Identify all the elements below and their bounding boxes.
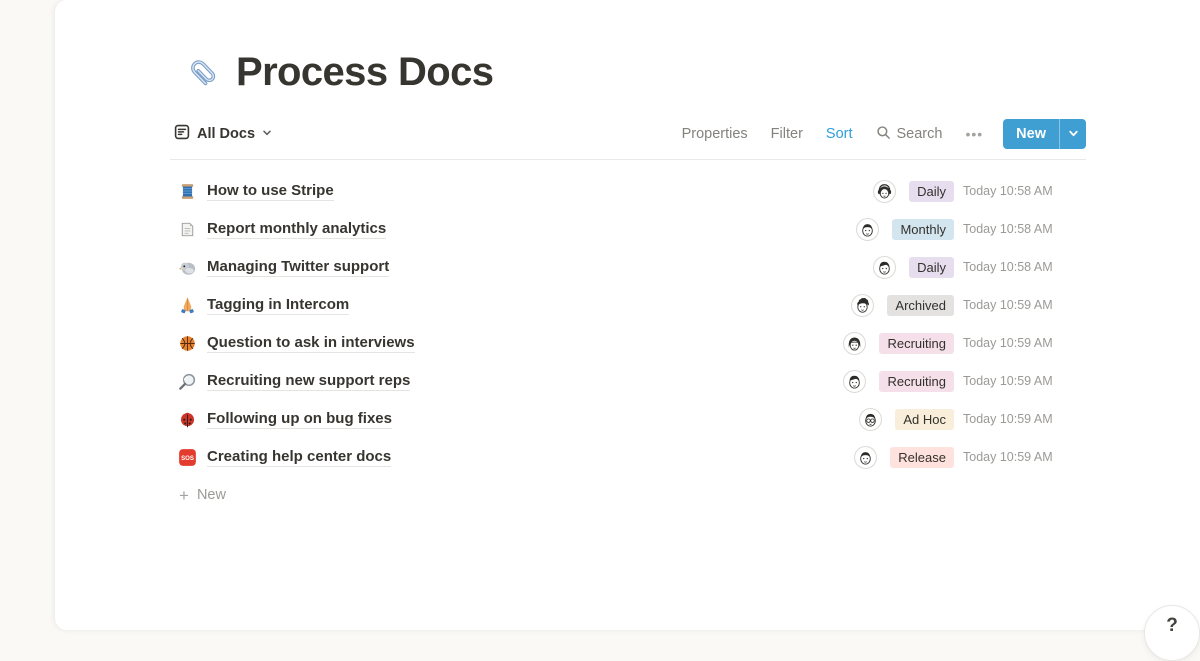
doc-title-link[interactable]: Report monthly analytics — [207, 220, 386, 239]
list-view-icon — [174, 124, 190, 145]
edited-time: Today 10:59 AM — [963, 412, 1086, 426]
edited-time: Today 10:59 AM — [963, 336, 1086, 350]
doc-title-link[interactable]: Tagging in Intercom — [207, 296, 349, 315]
magnifier-icon — [178, 372, 197, 391]
chevron-down-icon — [262, 125, 272, 143]
edited-time: Today 10:59 AM — [963, 374, 1086, 388]
page-icon — [178, 220, 197, 239]
sos-icon: SOS — [178, 448, 197, 467]
tag-badge: Recruiting — [879, 333, 954, 354]
page-card: Process Docs All Docs Properties Filter … — [55, 0, 1200, 630]
man-glasses-avatar — [859, 408, 882, 431]
table-row[interactable]: Following up on bug fixes Ad Hoc Today 1… — [170, 400, 1086, 438]
doc-list: How to use Stripe Daily Today 10:58 AM R… — [170, 172, 1086, 476]
doc-title-link[interactable]: Question to ask in interviews — [207, 334, 415, 353]
tag-badge: Daily — [909, 181, 954, 202]
more-icon: ••• — [965, 126, 983, 142]
toolbar-actions: Properties Filter Sort Search ••• New — [659, 119, 1086, 149]
doc-title-link[interactable]: Following up on bug fixes — [207, 410, 392, 429]
doc-title-link[interactable]: Recruiting new support reps — [207, 372, 410, 391]
tag-badge: Archived — [887, 295, 954, 316]
search-button[interactable]: Search — [876, 125, 943, 144]
plus-icon: + — [179, 487, 189, 504]
man-curly-avatar — [851, 294, 874, 317]
toolbar-divider — [170, 159, 1086, 160]
table-row[interactable]: SOS Creating help center docs Release To… — [170, 438, 1086, 476]
basketball-icon — [178, 334, 197, 353]
bird-icon — [178, 258, 197, 277]
woman-avatar — [843, 332, 866, 355]
edited-time: Today 10:59 AM — [963, 450, 1086, 464]
folded-hands-icon — [178, 296, 197, 315]
table-row[interactable]: Report monthly analytics Monthly Today 1… — [170, 210, 1086, 248]
edited-time: Today 10:59 AM — [963, 298, 1086, 312]
tag-badge: Ad Hoc — [895, 409, 954, 430]
table-row[interactable]: Managing Twitter support Daily Today 10:… — [170, 248, 1086, 286]
new-button[interactable]: New — [1003, 119, 1059, 149]
doc-title-link[interactable]: How to use Stripe — [207, 182, 334, 201]
ladybug-icon — [178, 410, 197, 429]
properties-button[interactable]: Properties — [682, 126, 748, 142]
tag-badge: Release — [890, 447, 954, 468]
doc-title-link[interactable]: Creating help center docs — [207, 448, 391, 467]
edited-time: Today 10:58 AM — [963, 260, 1086, 274]
page-title: Process Docs — [236, 50, 493, 95]
man-avatar — [856, 218, 879, 241]
add-new-label: New — [197, 487, 226, 503]
svg-text:SOS: SOS — [181, 455, 194, 462]
add-new-row[interactable]: + New — [170, 476, 1086, 514]
filter-button[interactable]: Filter — [771, 126, 803, 142]
toolbar: All Docs Properties Filter Sort Search •… — [170, 119, 1086, 149]
thread-icon — [178, 182, 197, 201]
tag-badge: Monthly — [892, 219, 954, 240]
view-switcher-label: All Docs — [197, 126, 255, 142]
new-dropdown-button[interactable] — [1059, 119, 1086, 149]
page-header: Process Docs — [170, 50, 1086, 95]
tag-badge: Recruiting — [879, 371, 954, 392]
table-row[interactable]: Tagging in Intercom Archived Today 10:59… — [170, 286, 1086, 324]
help-button-label: ? — [1166, 615, 1178, 660]
edited-time: Today 10:58 AM — [963, 184, 1086, 198]
table-row[interactable]: Recruiting new support reps Recruiting T… — [170, 362, 1086, 400]
search-label: Search — [897, 126, 943, 142]
doc-title-link[interactable]: Managing Twitter support — [207, 258, 389, 277]
tag-badge: Daily — [909, 257, 954, 278]
chevron-down-icon — [1068, 127, 1079, 142]
view-switcher[interactable]: All Docs — [170, 124, 272, 145]
woman-headphones-avatar — [873, 180, 896, 203]
man-avatar-2 — [843, 370, 866, 393]
sort-button[interactable]: Sort — [826, 126, 853, 142]
search-icon — [876, 125, 891, 144]
edited-time: Today 10:58 AM — [963, 222, 1086, 236]
man-avatar — [854, 446, 877, 469]
man-avatar-2 — [873, 256, 896, 279]
new-button-group: New — [1003, 119, 1086, 149]
table-row[interactable]: Question to ask in interviews Recruiting… — [170, 324, 1086, 362]
table-row[interactable]: How to use Stripe Daily Today 10:58 AM — [170, 172, 1086, 210]
paperclip-icon — [182, 53, 222, 93]
more-button[interactable]: ••• — [965, 126, 983, 142]
help-button[interactable]: ? — [1144, 605, 1200, 661]
